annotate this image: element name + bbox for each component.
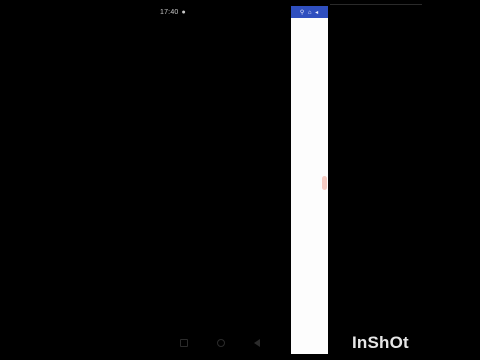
status-bar: 17:40 ● — [160, 6, 290, 18]
phone-screen: 17:40 ● ⚲ ⌂ ◂ InShOt — [0, 0, 480, 360]
header-icons: ⚲ ⌂ ◂ — [299, 9, 320, 16]
status-time: 17:40 — [160, 8, 179, 16]
navigation-bar — [180, 336, 260, 350]
scroll-handle[interactable] — [322, 176, 327, 190]
camera-icon: ● — [181, 8, 186, 16]
back-icon[interactable] — [254, 339, 260, 347]
inshot-watermark: InShOt — [352, 333, 409, 352]
app-header: ⚲ ⌂ ◂ — [291, 6, 328, 18]
top-divider — [330, 4, 422, 5]
home-icon[interactable] — [217, 339, 225, 347]
app-window[interactable]: ⚲ ⌂ ◂ — [291, 6, 328, 354]
recents-icon[interactable] — [180, 339, 188, 347]
app-content[interactable] — [291, 18, 328, 354]
